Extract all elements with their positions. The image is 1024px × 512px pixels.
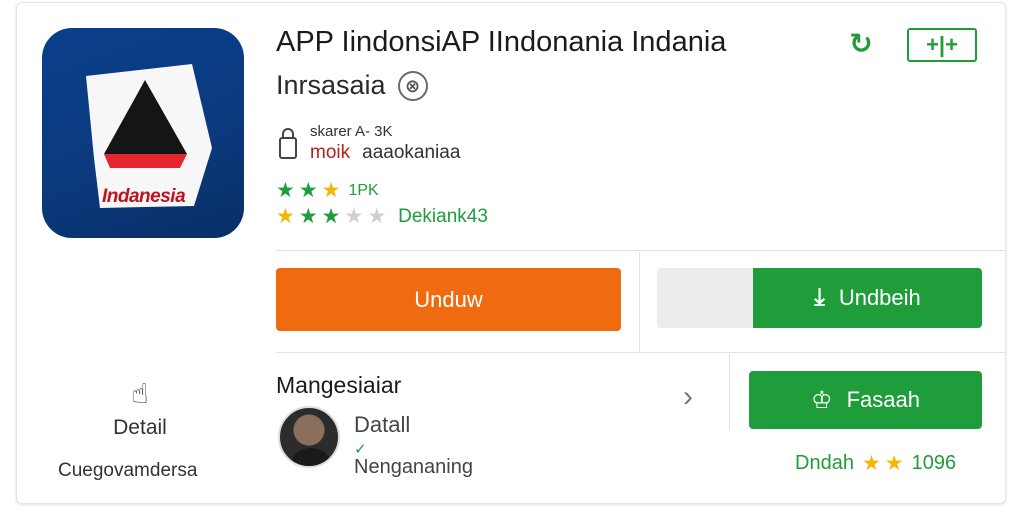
rating-stars-1: ★ ★ ★ bbox=[276, 180, 340, 202]
divider bbox=[729, 354, 730, 430]
lock-icon bbox=[279, 128, 297, 159]
star-icon: ★ bbox=[321, 205, 341, 228]
detail-column[interactable]: ☝ Detail Cuegovamdersa bbox=[40, 376, 240, 481]
install-split-button[interactable]: ⤓ Undbeih bbox=[657, 268, 982, 328]
follow-label: Fasaah bbox=[846, 387, 920, 412]
rating-stars-2: ★ ★ ★ ★ ★ bbox=[276, 206, 386, 228]
chevron-right-icon[interactable]: › bbox=[683, 380, 693, 414]
avatar[interactable] bbox=[278, 406, 340, 468]
detail-sub-label: Cuegovamdersa bbox=[58, 460, 198, 481]
star-icon: ★ bbox=[344, 205, 364, 228]
app-logo-icon: Indanesia bbox=[42, 28, 244, 238]
developer-line-2: moik aaaokaniaa bbox=[310, 142, 460, 164]
publisher-section-title: Mangesiaiar bbox=[276, 372, 402, 398]
star-icon: ★ bbox=[367, 205, 387, 228]
publisher-meta: Nengananing bbox=[354, 456, 473, 478]
follow-button[interactable]: ♔ Fasaah bbox=[749, 371, 982, 429]
subtitle-row: Inrsasaia ⊗ bbox=[276, 70, 428, 101]
refresh-icon[interactable]: ↻ bbox=[845, 28, 877, 60]
bottom-rating-value: 1096 bbox=[911, 452, 957, 474]
divider bbox=[276, 250, 1006, 251]
divider bbox=[639, 252, 640, 352]
developer-line-1: skarer A- 3K bbox=[310, 123, 393, 140]
crown-icon: ♔ bbox=[811, 386, 833, 414]
publisher-name[interactable]: Datall bbox=[354, 412, 410, 438]
close-icon[interactable]: ⊗ bbox=[397, 70, 428, 101]
install-button-left-segment[interactable] bbox=[657, 268, 753, 328]
app-logo-text: Indanesia bbox=[102, 186, 186, 207]
app-subtitle: Inrsasaia bbox=[276, 70, 386, 100]
bottom-rating-stars: ★ ★ bbox=[861, 451, 904, 475]
rating-label: Dekiank43 bbox=[398, 206, 488, 227]
star-icon: ★ bbox=[276, 205, 295, 228]
divider bbox=[276, 352, 1006, 353]
star-icon: ★ bbox=[884, 451, 904, 475]
detail-label: Detail bbox=[113, 416, 167, 439]
star-icon: ★ bbox=[298, 205, 318, 228]
install-button[interactable]: ⤓ Undbeih bbox=[753, 268, 982, 328]
rating-row-2: ★ ★ ★ ★ ★ Dekiank43 bbox=[276, 206, 488, 228]
primary-download-button[interactable]: Unduw bbox=[276, 268, 621, 331]
bottom-rating-label: Dndah bbox=[795, 452, 854, 474]
hand-icon: ☝ bbox=[131, 378, 149, 409]
developer-name: aaaokaniaa bbox=[362, 142, 461, 163]
download-icon: ⤓ bbox=[814, 284, 825, 311]
add-button[interactable]: +|+ bbox=[907, 28, 977, 62]
app-title: APP IindonsiAP IIndonania Indania bbox=[276, 26, 727, 58]
rating-row-1: ★ ★ ★ 1PK bbox=[276, 180, 379, 202]
star-icon: ★ bbox=[861, 451, 881, 475]
star-icon: ★ bbox=[321, 179, 341, 202]
bottom-rating: Dndah ★ ★ 1096 bbox=[795, 452, 956, 475]
install-label: Undbeih bbox=[838, 285, 921, 310]
star-icon: ★ bbox=[298, 179, 318, 202]
rating-count: 1PK bbox=[348, 182, 379, 199]
star-icon: ★ bbox=[276, 179, 295, 202]
developer-accent: moik bbox=[310, 142, 351, 163]
